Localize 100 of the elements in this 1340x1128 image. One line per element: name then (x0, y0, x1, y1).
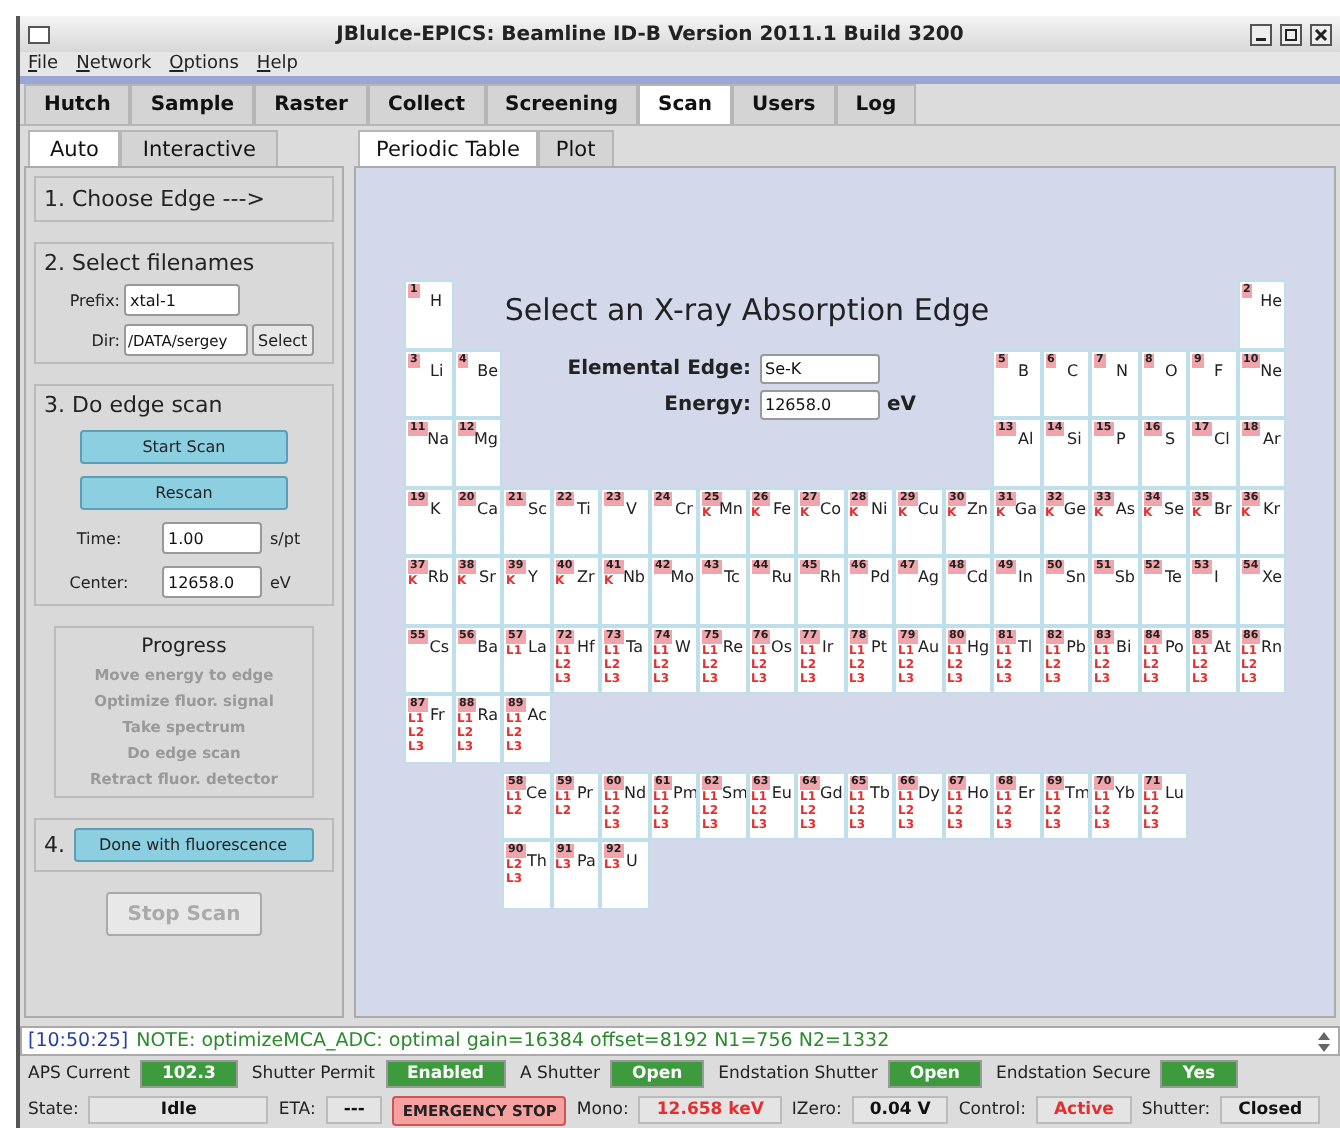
menu-item[interactable]: Network (76, 54, 152, 74)
element-symbol: V (626, 499, 637, 517)
element-symbol: Pa (577, 852, 596, 872)
element-symbol: Na (427, 430, 449, 448)
element-symbol: Hf (577, 637, 595, 659)
status-value: 0.04 V (851, 1096, 949, 1124)
element-symbol: Nd (624, 783, 647, 805)
element-symbol: Pd (870, 568, 890, 586)
element-symbol: Ar (1263, 430, 1281, 448)
element-symbol: Sn (1065, 568, 1086, 586)
element-symbol: Pr (577, 783, 593, 805)
prefix-field[interactable]: xtal-1 (124, 284, 240, 316)
progress-title: Progress (139, 636, 229, 658)
element-symbol: Dy (918, 783, 940, 806)
scroll-arrows-icon[interactable] (1316, 1029, 1332, 1053)
status-label: Endstation Shutter (718, 1064, 878, 1084)
element-symbol: At (1214, 637, 1231, 659)
panel-tab[interactable]: Periodic Table (358, 130, 538, 166)
element-symbol: Pm (673, 783, 697, 805)
element-symbol: Po (1165, 637, 1184, 659)
dir-label: Dir: (89, 331, 120, 349)
element-symbol: Ho (967, 783, 989, 805)
maximize-icon[interactable] (1280, 23, 1302, 45)
status-label: Shutter: (1141, 1100, 1211, 1120)
element-symbol: Be (477, 361, 498, 379)
element-symbol: Kr (1263, 499, 1281, 519)
step-label: 1. Choose Edge ---> (44, 186, 267, 212)
element-symbol: O (1165, 361, 1178, 379)
element-symbol: Se (1164, 499, 1184, 519)
panel-tab[interactable]: Interactive (120, 130, 278, 166)
element-symbol: Ta (626, 637, 643, 659)
element-symbol: Mn (719, 499, 743, 519)
panel-tab[interactable]: Plot (537, 130, 614, 166)
main-tab[interactable]: Log (835, 84, 917, 124)
element-symbol: C (1067, 361, 1079, 379)
edge-label-text: Elemental Edge: (565, 358, 751, 380)
element-symbol: Re (722, 637, 743, 659)
main-tab[interactable]: Users (732, 84, 836, 124)
step-number: 4. (44, 832, 65, 858)
element-symbol: Tb (870, 783, 890, 805)
element-symbol: Lu (1165, 783, 1184, 805)
element-symbol: Sr (479, 568, 496, 588)
element-symbol: Tl (1018, 637, 1033, 659)
energy-field[interactable]: 12658.0 (759, 390, 879, 420)
element-symbol: Ti (577, 499, 591, 517)
input-field[interactable]: 12658.0 (162, 566, 262, 598)
element-symbol: Fr (430, 706, 445, 728)
menu-item[interactable]: Options (169, 54, 239, 74)
status-label: ETA: (278, 1100, 316, 1120)
panel-tab[interactable]: Auto (28, 130, 121, 166)
element-symbol: Ge (1063, 499, 1086, 519)
status-value: Idle (88, 1096, 269, 1124)
element-symbol: B (1018, 361, 1029, 379)
element-symbol: Pb (1066, 637, 1086, 659)
status-label: Mono: (576, 1100, 629, 1120)
status-label: State: (28, 1100, 79, 1120)
element-symbol: Au (918, 637, 940, 659)
element-symbol: F (1214, 361, 1224, 379)
element-symbol: Pt (871, 637, 887, 659)
log-message: NOTE: optimizeMCA_ADC: optimal gain=16384 offset=8192 N1=756 N2=1332 (136, 1030, 892, 1052)
element-symbol: Ru (771, 568, 792, 586)
menu-item[interactable]: Help (256, 54, 298, 74)
close-icon[interactable] (1310, 23, 1332, 45)
element-symbol: H (430, 292, 443, 310)
main-tab[interactable]: Raster (254, 84, 368, 124)
element-symbol: Ca (477, 499, 498, 517)
unit-label: eV (270, 573, 291, 591)
menu-item[interactable]: File (28, 54, 59, 74)
element-symbol: Os (771, 637, 792, 659)
element-symbol: Fe (773, 499, 792, 519)
element-symbol: Ba (477, 637, 498, 655)
main-tab[interactable]: Scan (638, 84, 732, 124)
main-tab[interactable]: Screening (485, 84, 638, 124)
status-value: Yes (1160, 1060, 1238, 1088)
main-tab[interactable]: Sample (130, 84, 255, 124)
main-tab[interactable]: Collect (367, 84, 486, 124)
element-symbol: As (1115, 499, 1135, 519)
element-symbol: Eu (771, 783, 792, 805)
select-button[interactable]: Select (252, 324, 314, 356)
status-value: --- (325, 1096, 383, 1124)
element-symbol: Y (528, 568, 538, 588)
element-symbol: Ac (527, 706, 547, 728)
element-symbol: Ra (477, 706, 498, 728)
element-symbol: Cu (917, 499, 939, 519)
element-symbol: Mo (670, 568, 694, 586)
main-tab[interactable]: Hutch (24, 84, 131, 124)
element-symbol: Cd (966, 568, 988, 586)
status-label: Shutter Permit (251, 1064, 375, 1084)
energy-label: Energy: (662, 394, 751, 416)
element-symbol: He (1260, 292, 1282, 310)
scan-button[interactable]: Start Scan (80, 430, 288, 464)
element-symbol: Zr (577, 568, 595, 588)
done-button[interactable]: Done with fluorescence (73, 828, 313, 862)
edge-field[interactable]: Se-K (759, 354, 879, 384)
input-field[interactable]: 1.00 (162, 522, 262, 554)
element-symbol: Ce (526, 783, 548, 805)
window-menu-icon[interactable] (28, 23, 50, 45)
element-symbol: Ga (1014, 499, 1037, 519)
minimize-icon[interactable] (1250, 23, 1272, 45)
scan-button[interactable]: Rescan (80, 476, 288, 510)
